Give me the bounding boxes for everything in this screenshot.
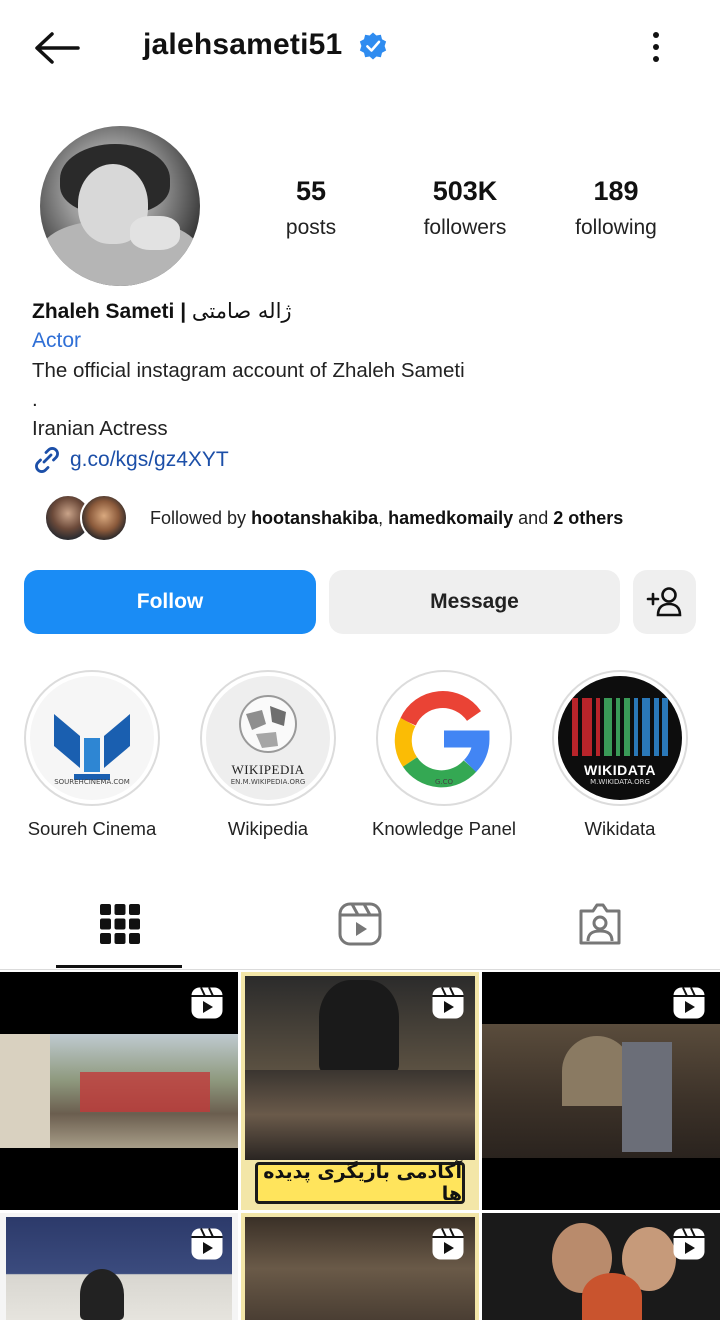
message-button[interactable]: Message xyxy=(329,570,620,634)
post-image-shape xyxy=(319,980,399,1074)
post-thumbnail[interactable] xyxy=(0,972,238,1210)
reel-badge-icon xyxy=(191,1228,223,1260)
verified-badge-icon xyxy=(359,32,387,60)
reel-badge-icon xyxy=(673,987,705,1019)
profile-category[interactable]: Actor xyxy=(32,326,692,356)
followed-by-separator: , xyxy=(378,507,389,528)
post-thumbnail[interactable]: آکادمی بازیگری پدیده ها xyxy=(241,972,479,1210)
highlight-ring: WIKIDATA M.WIKIDATA.ORG xyxy=(552,670,688,806)
back-button[interactable] xyxy=(28,26,84,70)
followed-by-prefix: Followed by xyxy=(150,507,252,528)
highlight-cover-caption: EN.M.WIKIPEDIA.ORG xyxy=(230,778,306,786)
reel-badge-icon xyxy=(191,987,223,1019)
post-image-shape xyxy=(245,1070,475,1160)
mutual-follower-avatar xyxy=(80,494,128,542)
stat-following-count: 189 xyxy=(593,176,639,206)
highlight-ring: WIKIPEDIA EN.M.WIKIPEDIA.ORG xyxy=(200,670,336,806)
story-highlights: SOUREHCINEMA.COM Soureh Cinema WIKIPEDIA… xyxy=(0,670,720,850)
suggested-users-button[interactable] xyxy=(633,570,696,634)
highlight-label: Soureh Cinema xyxy=(27,818,157,839)
followed-by-others: 2 others xyxy=(553,507,624,528)
bio-line: The official instagram account of Zhaleh… xyxy=(32,359,465,382)
add-person-icon xyxy=(646,587,681,617)
post-image-shape xyxy=(622,1042,672,1152)
post-banner: آکادمی بازیگری پدیده ها xyxy=(255,1161,465,1205)
follow-button[interactable]: Follow xyxy=(24,570,316,634)
post-image-shape xyxy=(582,1273,642,1320)
active-tab-indicator xyxy=(56,965,182,968)
highlight-label: Wikipedia xyxy=(227,818,309,839)
more-dot-icon xyxy=(653,56,659,62)
profile-display-name: Zhaleh Sameti | ژاله صامتی xyxy=(32,296,692,326)
highlight-cover: WIKIPEDIA EN.M.WIKIPEDIA.ORG xyxy=(206,676,330,800)
tagged-person-icon xyxy=(579,903,621,945)
highlight-wikipedia[interactable]: WIKIPEDIA EN.M.WIKIPEDIA.ORG Wikipedia xyxy=(180,670,356,840)
bio-line: . xyxy=(32,388,38,411)
highlight-label: Knowledge Panel xyxy=(372,818,516,839)
post-image-shape xyxy=(80,1072,210,1112)
link-icon xyxy=(35,447,59,473)
more-dot-icon xyxy=(653,32,659,38)
posts-grid: آکادمی بازیگری پدیده ها xyxy=(0,972,720,1320)
highlight-ring: G.CO xyxy=(376,670,512,806)
highlight-cover: WIKIDATA M.WIKIDATA.ORG xyxy=(558,676,682,800)
highlight-cover-caption: M.WIKIDATA.ORG xyxy=(590,778,650,786)
tab-posts-grid[interactable] xyxy=(0,880,240,968)
mutual-follower-name: hootanshakiba xyxy=(251,507,379,528)
highlight-knowledge-panel[interactable]: G.CO Knowledge Panel xyxy=(356,670,532,840)
reel-badge-icon xyxy=(432,1228,464,1260)
highlight-ring: SOUREHCINEMA.COM xyxy=(24,670,160,806)
stat-posts-count: 55 xyxy=(295,176,327,206)
more-dot-icon xyxy=(653,44,659,50)
stat-following-label: following xyxy=(575,216,657,239)
display-name-persian: ژاله صامتی xyxy=(191,299,292,323)
top-bar: jalehsameti51 xyxy=(0,0,720,92)
stat-posts-label: posts xyxy=(285,216,337,239)
wikipedia-wordmark: WIKIPEDIA xyxy=(231,762,305,777)
profile-avatar[interactable] xyxy=(40,126,200,286)
followed-by-text: Followed by hootanshakiba, hamedkomaily … xyxy=(150,508,623,529)
back-arrow-icon xyxy=(35,32,80,64)
highlight-label: Wikidata xyxy=(584,818,656,839)
reel-badge-icon xyxy=(673,1228,705,1260)
profile-bio: Zhaleh Sameti | ژاله صامتی Actor The off… xyxy=(32,296,692,477)
profile-tabs xyxy=(0,880,720,970)
post-thumbnail[interactable] xyxy=(241,1213,479,1320)
stat-followers[interactable]: 503K followers xyxy=(385,176,545,240)
post-thumbnail[interactable] xyxy=(482,972,720,1210)
stat-posts[interactable]: 55 posts xyxy=(231,176,391,240)
post-image-shape xyxy=(80,1269,124,1320)
post-thumbnail[interactable] xyxy=(482,1213,720,1320)
highlight-wikidata[interactable]: WIKIDATA M.WIKIDATA.ORG Wikidata xyxy=(532,670,708,840)
display-name-latin: Zhaleh Sameti | xyxy=(32,300,192,323)
followed-by-row[interactable]: Followed by hootanshakiba, hamedkomaily … xyxy=(44,492,623,544)
post-thumbnail[interactable] xyxy=(0,1213,238,1320)
grid-icon xyxy=(100,904,140,944)
highlight-cover-caption: G.CO xyxy=(434,778,454,786)
tab-tagged[interactable] xyxy=(480,880,720,968)
highlight-cover: SOUREHCINEMA.COM xyxy=(30,676,154,800)
post-image-shape xyxy=(0,1034,50,1148)
reels-icon xyxy=(338,902,382,946)
bio-link[interactable]: g.co/kgs/gz4XYT xyxy=(32,443,692,477)
stat-followers-label: followers xyxy=(423,216,507,239)
tab-reels[interactable] xyxy=(240,880,480,968)
mutual-follower-name: hamedkomaily xyxy=(388,507,514,528)
bio-link-text: g.co/kgs/gz4XYT xyxy=(70,448,229,471)
reel-badge-icon xyxy=(432,987,464,1019)
highlight-cover-caption: SOUREHCINEMA.COM xyxy=(54,778,130,786)
highlight-soureh-cinema[interactable]: SOUREHCINEMA.COM Soureh Cinema xyxy=(4,670,180,840)
stat-following[interactable]: 189 following xyxy=(536,176,696,240)
bio-line: Iranian Actress xyxy=(32,417,168,440)
more-options-button[interactable] xyxy=(636,26,676,68)
wikidata-wordmark: WIKIDATA xyxy=(584,762,656,778)
avatar-hand-shape xyxy=(130,216,180,250)
followed-by-and: and xyxy=(513,507,554,528)
profile-username: jalehsameti51 xyxy=(143,28,343,61)
stat-followers-count: 503K xyxy=(432,176,498,206)
highlight-cover: G.CO xyxy=(382,676,506,800)
